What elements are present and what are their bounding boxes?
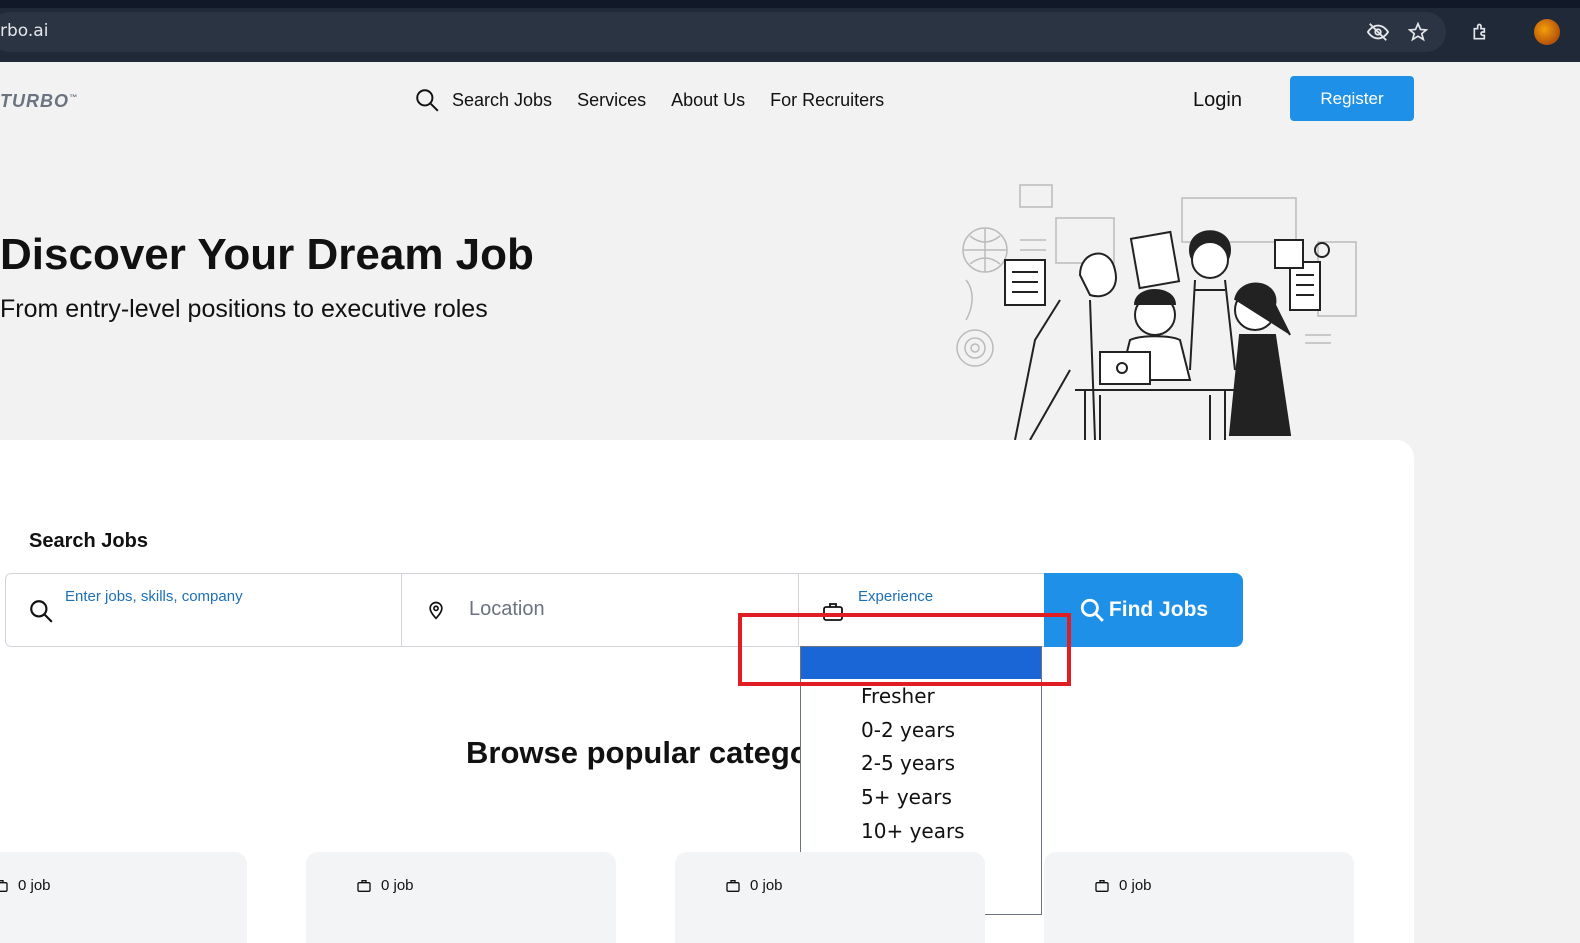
profile-avatar[interactable] [1534,19,1560,45]
keyword-field-label: Enter jobs, skills, company [65,588,243,605]
login-link[interactable]: Login [1193,89,1242,112]
search-icon [416,89,439,112]
category-card[interactable]: 0 job [306,852,616,943]
browse-categories-title: Browse popular categor [466,735,800,770]
dropdown-option-0-2-years[interactable]: 0-2 years [801,713,1041,747]
register-button[interactable]: Register [1290,76,1414,121]
briefcase-icon [726,879,740,892]
category-job-count: 0 job [725,877,783,894]
browser-toolbar: rbo.ai [0,0,1580,62]
dropdown-option-10-plus-years[interactable]: 10+ years [801,814,1041,848]
logo-text: TURBO [0,91,69,111]
main-nav: Search Jobs Services About Us For Recrui… [414,86,909,114]
site-logo[interactable]: TURBO™ [0,91,78,112]
tab-strip [0,0,1580,8]
search-icon [1080,598,1104,622]
eye-off-icon[interactable] [1366,20,1390,44]
keyword-field[interactable]: Enter jobs, skills, company [6,574,402,646]
map-pin-icon [429,601,443,620]
briefcase-icon [0,879,8,892]
find-jobs-label: Find Jobs [1108,598,1209,621]
experience-label: Experience [858,588,934,605]
category-card[interactable]: 0 job [0,852,247,943]
nav-about-us[interactable]: About Us [671,90,745,111]
nav-search-jobs[interactable]: Search Jobs [414,87,552,113]
job-count-text: 0 job [381,877,414,894]
nav-label: Search Jobs [452,89,553,110]
search-section-label: Search Jobs [29,530,148,552]
dropdown-option-2-5-years[interactable]: 2-5 years [801,746,1041,780]
find-jobs-button[interactable]: Find Jobs [1044,573,1243,647]
category-card[interactable]: 0 job [675,852,985,943]
team-illustration [956,184,1357,442]
nav-services[interactable]: Services [577,90,646,111]
hero-title: Discover Your Dream Job [0,230,534,279]
annotation-highlight-box [738,613,1071,686]
briefcase-icon [357,879,371,892]
search-icon [30,600,53,623]
extensions-icon[interactable] [1469,20,1493,44]
location-placeholder: Location [469,598,545,620]
dropdown-option-5-plus-years[interactable]: 5+ years [801,780,1041,814]
category-job-count: 0 job [356,877,414,894]
category-job-count: 0 job [0,877,51,894]
briefcase-icon [1095,879,1109,892]
category-card[interactable]: 0 job [1044,852,1354,943]
job-count-text: 0 job [1119,877,1152,894]
address-url[interactable]: rbo.ai [0,21,48,41]
job-count-text: 0 job [750,877,783,894]
category-job-count: 0 job [1094,877,1152,894]
star-icon[interactable] [1406,20,1430,44]
job-count-text: 0 job [18,877,51,894]
nav-for-recruiters[interactable]: For Recruiters [770,90,884,111]
hero-subtitle: From entry-level positions to executive … [0,295,488,323]
address-bar[interactable] [0,12,1446,52]
logo-trademark: ™ [69,93,78,102]
